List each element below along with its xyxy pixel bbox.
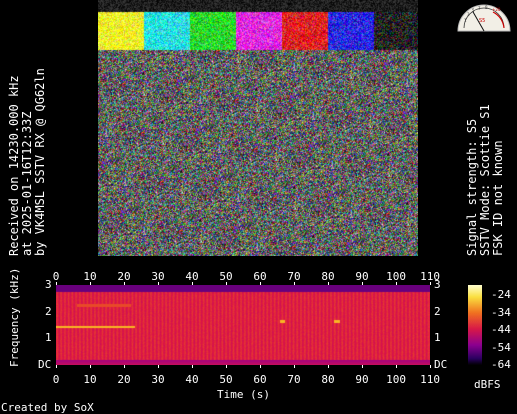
y-tick-right: 2 <box>434 304 441 318</box>
x-tick-mark <box>192 365 193 368</box>
colorbar-tick: -54 <box>491 340 511 354</box>
s-meter-gauge: 135 7 9 +20 S5 <box>457 4 511 32</box>
x-tick-mark <box>328 282 329 285</box>
x-tick-bottom: 90 <box>355 373 369 386</box>
reception-caption: Received on 14230.000 kHz at 2025-01-16T… <box>7 68 47 256</box>
svg-text:+20: +20 <box>492 7 501 12</box>
footer-credit: Created by SoX <box>1 401 94 414</box>
x-tick-bottom: 110 <box>420 373 440 386</box>
s-meter-label: S5 <box>479 18 485 24</box>
x-tick-mark <box>362 282 363 285</box>
x-tick-mark <box>294 282 295 285</box>
signal-caption: Signal strength: S5 SSTV Mode: Scottie S… <box>465 104 505 256</box>
x-tick-mark <box>328 365 329 368</box>
x-tick-mark <box>226 365 227 368</box>
x-tick-mark <box>226 282 227 285</box>
x-tick-mark <box>90 365 91 368</box>
x-tick-mark <box>362 365 363 368</box>
x-tick-bottom: 50 <box>219 373 233 386</box>
x-tick-mark <box>192 282 193 285</box>
time-axis-label: Time (s) <box>217 388 270 401</box>
colorbar-tick: -64 <box>491 358 511 371</box>
colorbar-tick: -34 <box>491 305 511 319</box>
x-tick-bottom: 80 <box>321 373 335 386</box>
y-tick-left: DC <box>38 358 52 371</box>
x-tick-mark <box>124 282 125 285</box>
x-tick-mark <box>56 365 57 368</box>
fsk-id-line: FSK ID not known <box>491 140 505 256</box>
x-tick-mark <box>56 282 57 285</box>
x-tick-mark <box>430 282 431 285</box>
x-tick-bottom: 40 <box>185 373 199 386</box>
x-tick-bottom: 100 <box>386 373 406 386</box>
y-tick-left: 3 <box>45 278 52 291</box>
x-tick-mark <box>260 282 261 285</box>
x-tick-mark <box>158 282 159 285</box>
sstv-image <box>98 0 418 256</box>
x-tick-mark <box>396 365 397 368</box>
station-line: by VK4MSL SSTV RX @ QG62ln <box>33 68 47 256</box>
x-tick-bottom: 10 <box>83 373 97 386</box>
spectrogram-plot <box>56 285 430 365</box>
x-tick-mark <box>396 282 397 285</box>
x-tick-mark <box>430 365 431 368</box>
x-tick-bottom: 20 <box>117 373 131 386</box>
frequency-axis-label: Frequency (kHz) <box>8 267 21 367</box>
y-tick-right: DC <box>434 358 448 371</box>
x-tick-bottom: 0 <box>52 373 60 386</box>
x-tick-bottom: 60 <box>253 373 267 386</box>
y-tick-left: 1 <box>45 331 52 345</box>
colorbar-tick: -44 <box>491 323 511 337</box>
colorbar <box>468 285 482 365</box>
x-tick-bottom: 30 <box>151 373 165 386</box>
colorbar-unit: dBFS <box>474 378 501 391</box>
x-tick-mark <box>158 365 159 368</box>
x-tick-mark <box>260 365 261 368</box>
x-tick-mark <box>90 282 91 285</box>
y-tick-left: 2 <box>45 304 52 318</box>
y-tick-right: 3 <box>434 278 441 291</box>
x-tick-mark <box>124 365 125 368</box>
y-tick-right: 1 <box>434 331 441 345</box>
x-tick-bottom: 70 <box>287 373 301 386</box>
x-tick-mark <box>294 365 295 368</box>
colorbar-tick: -24 <box>491 288 511 302</box>
